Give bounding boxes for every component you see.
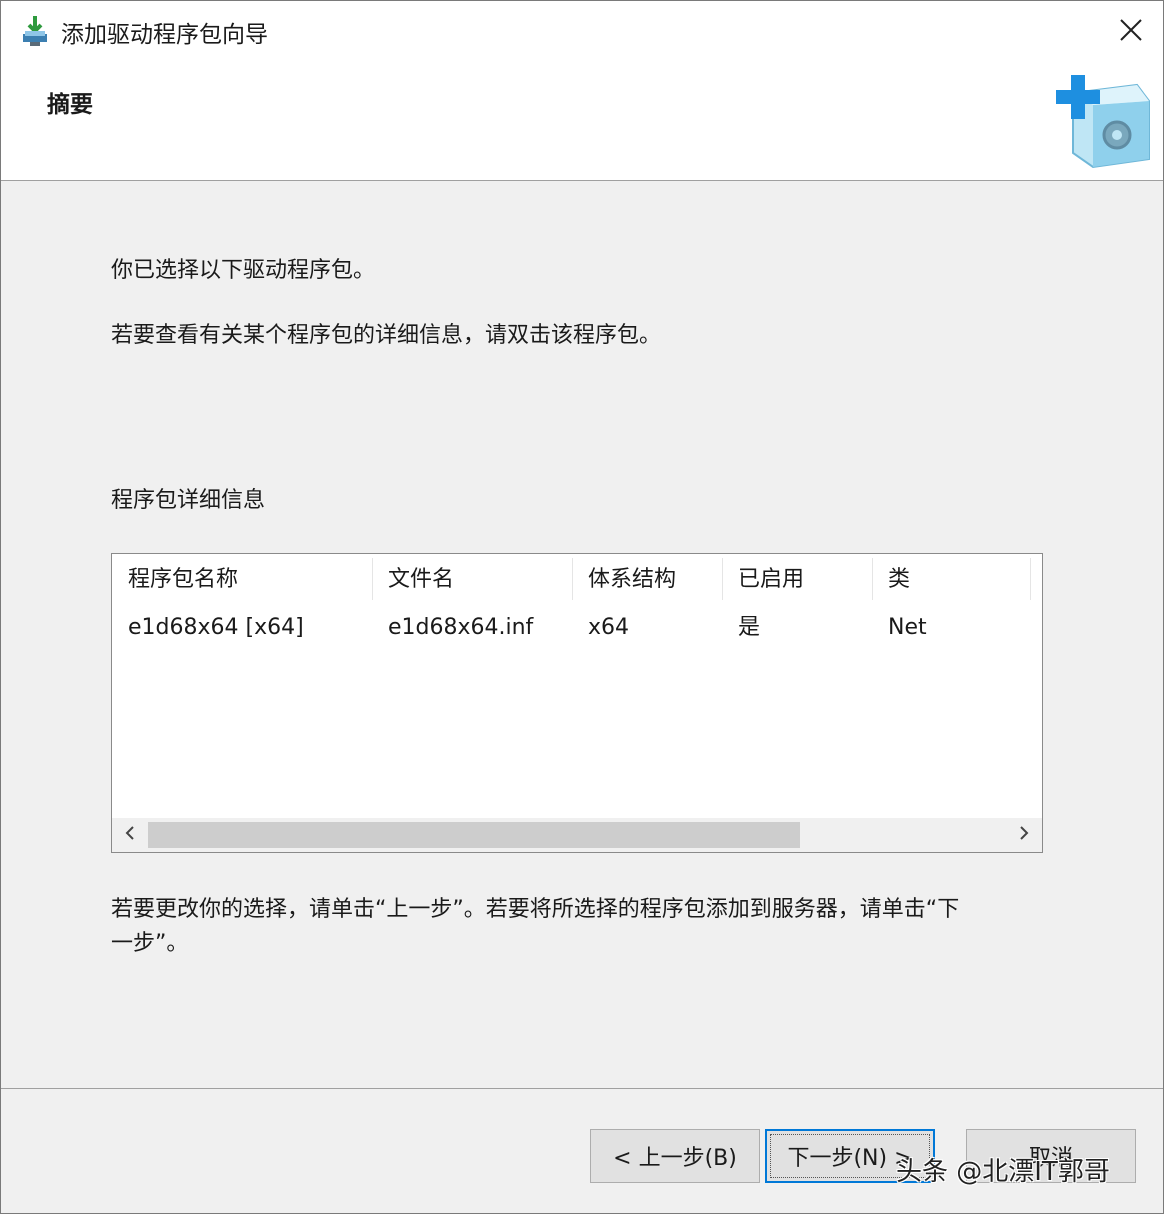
column-divider[interactable] bbox=[372, 558, 373, 600]
watermark: 头条 @北漂IT郭哥 bbox=[896, 1157, 1110, 1187]
cell-architecture: x64 bbox=[588, 615, 630, 640]
column-divider[interactable] bbox=[572, 558, 573, 600]
chevron-right-icon bbox=[1018, 825, 1030, 845]
column-header-file-name[interactable]: 文件名 bbox=[388, 554, 454, 604]
scroll-right-button[interactable] bbox=[1006, 818, 1042, 852]
column-header-architecture[interactable]: 体系结构 bbox=[588, 554, 676, 604]
table-row[interactable]: e1d68x64 [x64] e1d68x64.inf x64 是 Net bbox=[112, 606, 1042, 652]
details-label: 程序包详细信息 bbox=[111, 488, 266, 513]
column-divider[interactable] bbox=[722, 558, 723, 600]
wizard-window: 添加驱动程序包向导 摘要 你已选择以下驱动程序包。 若要查看有关某个程序包的详细… bbox=[0, 0, 1164, 1214]
intro-text: 你已选择以下驱动程序包。 bbox=[111, 258, 376, 283]
page-title: 摘要 bbox=[47, 92, 93, 118]
add-package-cube-icon bbox=[1053, 73, 1151, 169]
hint-text: 若要查看有关某个程序包的详细信息，请双击该程序包。 bbox=[111, 323, 662, 348]
footer-instruction-line1: 若要更改你的选择，请单击“上一步”。若要将所选择的程序包添加到服务器，请单击“下 bbox=[111, 897, 960, 922]
list-header: 程序包名称 文件名 体系结构 已启用 类 bbox=[112, 554, 1042, 604]
cell-enabled: 是 bbox=[738, 615, 761, 640]
column-divider[interactable] bbox=[1030, 558, 1031, 600]
cell-class: Net bbox=[888, 615, 927, 640]
scrollbar-thumb[interactable] bbox=[148, 822, 800, 848]
close-icon bbox=[1120, 19, 1142, 45]
column-divider[interactable] bbox=[872, 558, 873, 600]
column-header-package-name[interactable]: 程序包名称 bbox=[128, 554, 238, 604]
cell-file-name: e1d68x64.inf bbox=[388, 615, 534, 640]
back-button[interactable]: < 上一步(B) bbox=[590, 1129, 760, 1183]
footer-instruction-line2: 一步”。 bbox=[111, 931, 189, 956]
wizard-header: 摘要 bbox=[1, 63, 1163, 181]
cell-package-name: e1d68x64 [x64] bbox=[128, 615, 304, 640]
close-button[interactable] bbox=[1099, 1, 1163, 63]
horizontal-scrollbar[interactable] bbox=[112, 818, 1042, 852]
chevron-left-icon bbox=[124, 825, 136, 845]
column-header-class[interactable]: 类 bbox=[888, 554, 910, 604]
package-list[interactable]: 程序包名称 文件名 体系结构 已启用 类 e1d68x64 [x64] e1d6… bbox=[111, 553, 1043, 853]
column-header-enabled[interactable]: 已启用 bbox=[738, 554, 804, 604]
footer-divider bbox=[1, 1088, 1163, 1089]
driver-package-icon bbox=[21, 14, 49, 48]
scroll-left-button[interactable] bbox=[112, 818, 148, 852]
window-title: 添加驱动程序包向导 bbox=[61, 22, 268, 48]
title-bar: 添加驱动程序包向导 bbox=[1, 1, 1163, 63]
